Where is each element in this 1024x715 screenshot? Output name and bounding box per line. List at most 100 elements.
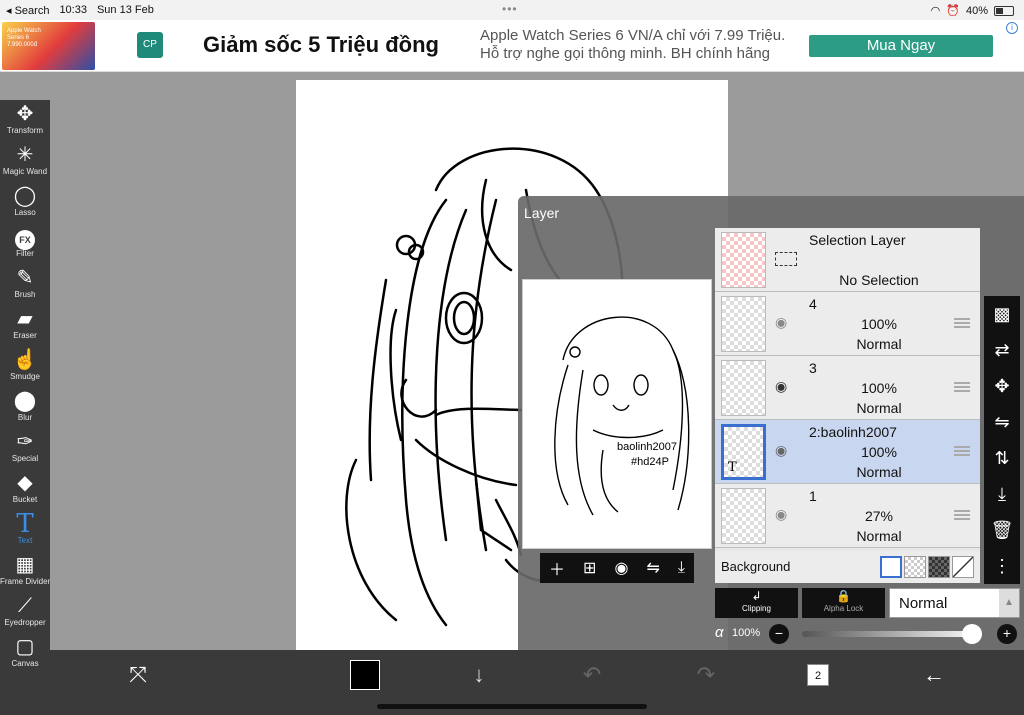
opacity-slider-knob[interactable] [962,624,982,644]
bg-white-swatch[interactable] [880,556,902,578]
layer-swap-icon[interactable]: ⇄ [984,334,1020,366]
tool-lasso[interactable]: ◯ Lasso [0,184,50,225]
opacity-slider[interactable] [802,624,982,644]
preview-text-line-2: #hd24P [631,456,669,468]
drag-handle-icon[interactable] [954,510,970,520]
layer-row-3[interactable]: ◉ 3 100% Normal [715,356,980,420]
redo-icon[interactable]: ↷ [686,662,726,688]
back-app-label: Search [14,5,50,17]
checkerboard-icon[interactable]: ▩ [984,298,1020,330]
eye-icon[interactable]: ◉ [775,442,797,458]
ad-banner[interactable]: Apple Watch Series 6 7.990.000đ CP Giảm … [0,20,1024,72]
preview-drawing: baolinh2007 #hd24P [554,316,690,516]
alpha-lock-button[interactable]: 🔒 Alpha Lock [802,588,885,618]
ad-description-line-2: Hỗ trợ nghe gọi thông minh. BH chính hãn… [480,45,771,62]
status-time: 10:33 [59,4,87,16]
ad-brand-logo: CP [137,32,163,58]
undo-icon[interactable]: ↶ [572,662,612,688]
layer-blend-mode: Normal [856,336,902,352]
blur-drop-icon: ⬤ [13,390,37,412]
opacity-value: 100% [732,627,761,639]
tool-special[interactable]: ✑ Special [0,430,50,471]
layer-name: 4 [809,296,817,312]
ad-description-line-1: Apple Watch Series 6 VN/A chỉ với 7.99 T… [480,27,786,44]
tool-transform[interactable]: ✥ Transform [0,102,50,143]
layer-row-4[interactable]: ◉ 4 100% Normal [715,292,980,356]
tool-filter[interactable]: FX Filter [0,225,50,266]
tool-text[interactable]: T Text [0,511,50,553]
current-color-swatch[interactable] [350,660,380,690]
flip-horizontal-icon[interactable]: ⇋ [646,558,659,578]
ad-buy-now-button[interactable]: Mua Ngay [809,35,993,57]
ad-info-icon[interactable]: i [1006,22,1018,34]
tool-brush[interactable]: ✎ Brush [0,266,50,307]
bg-none-swatch[interactable] [952,556,974,578]
add-layer-icon[interactable]: ＋ [549,556,565,580]
opacity-minus-button[interactable]: − [769,624,789,644]
eraser-icon: ▰ [17,308,33,330]
dropdown-arrow-icon: ▲ [999,589,1019,617]
drag-handle-icon[interactable] [954,318,970,328]
opacity-plus-button[interactable]: + [997,624,1017,644]
layer-opacity: 100% [861,444,897,460]
layer-blend-mode: Normal [856,528,902,544]
alarm-icon: ⏰ [946,5,960,17]
frame-divider-icon: ▦ [15,554,35,576]
layer-panel: Layer baolinh2007 #hd24P ＋ ⊞ ◉ ⇋ ⤓ Selec… [518,196,1024,650]
tool-eraser[interactable]: ▰ Eraser [0,307,50,348]
eye-icon[interactable]: ◉ [775,378,797,394]
layer-opacity: 27% [864,508,894,524]
tool-frame-divider[interactable]: ▦ Frame Divider [0,553,50,594]
drag-handle-icon[interactable] [954,382,970,392]
layer-side-toolbar: ▩ ⇄ ✥ ⇋ ⇅ ⤓ 🗑 ⋮ [984,296,1020,584]
layer-name: 3 [809,360,817,376]
selection-layer-row[interactable]: Selection Layer No Selection [715,228,980,292]
ad-description: Apple Watch Series 6 VN/A chỉ với 7.99 T… [480,27,785,63]
wifi-icon: ◠ [930,5,941,17]
tool-bucket[interactable]: ◆ Bucket [0,471,50,512]
tool-magic-wand[interactable]: ✳ Magic Wand [0,143,50,184]
eye-icon[interactable]: ◉ [775,506,797,522]
layer-list: Selection Layer No Selection ◉ 4 100% No… [715,228,980,583]
clipping-button[interactable]: ↲ Clipping [715,588,798,618]
trash-icon[interactable]: 🗑 [984,514,1020,546]
layer-3-thumbnail [721,360,766,416]
tool-eyedropper[interactable]: ⟋ Eyedropper [0,594,50,635]
tool-sidebar: ✥ Transform ✳ Magic Wand ◯ Lasso FX Filter ✎… [0,100,50,715]
layer-name: 1 [809,488,817,504]
tool-canvas[interactable]: ▢ Canvas [0,635,50,676]
opacity-row: α 100% − + [715,622,1020,646]
special-pen-icon: ✑ [16,431,34,453]
bg-transparent-swatch[interactable] [904,556,926,578]
brush-icon: ✎ [16,267,34,289]
back-to-search-link[interactable]: ◂ Search [6,4,49,17]
bg-dark-checker-swatch[interactable] [928,556,950,578]
multitask-dots[interactable]: ••• [502,2,518,16]
add-layer-copy-icon[interactable]: ⊞ [583,558,596,578]
lock-icon: 🔒 [836,589,851,603]
blend-mode-select[interactable]: Normal ▲ [889,588,1020,618]
merge-down-icon[interactable]: ⤓ [678,559,685,577]
layer-count-button[interactable]: 2 [807,664,829,686]
down-arrow-icon[interactable]: ↓ [459,662,499,688]
layer-blend-mode: Normal [856,464,902,480]
tool-smudge[interactable]: ☝ Smudge [0,348,50,389]
transform-tool-icon[interactable]: ⤧ [118,662,158,688]
tool-blur[interactable]: ⬤ Blur [0,389,50,430]
more-options-icon[interactable]: ⋮ [984,550,1020,582]
layer-row-2[interactable]: T ◉ 2:baolinh2007 100% Normal [715,420,980,484]
home-indicator[interactable] [377,704,647,709]
eye-icon[interactable]: ◉ [775,314,797,330]
layer-row-1[interactable]: ◉ 1 27% Normal [715,484,980,548]
layer-name: 2:baolinh2007 [809,424,897,440]
drag-handle-icon[interactable] [954,446,970,456]
merge-down-icon[interactable]: ⤓ [984,478,1020,510]
ad-product-image[interactable]: Apple Watch Series 6 7.990.000đ [2,22,95,70]
move-icon[interactable]: ✥ [984,370,1020,402]
camera-icon[interactable]: ◉ [614,558,628,578]
selection-layer-name: Selection Layer [809,232,906,248]
flip-icon[interactable]: ⇋ [984,406,1020,438]
flip-vertical-icon[interactable]: ⇅ [984,442,1020,474]
back-arrow-icon[interactable]: ← [914,662,954,688]
layer-1-thumbnail [721,488,766,544]
